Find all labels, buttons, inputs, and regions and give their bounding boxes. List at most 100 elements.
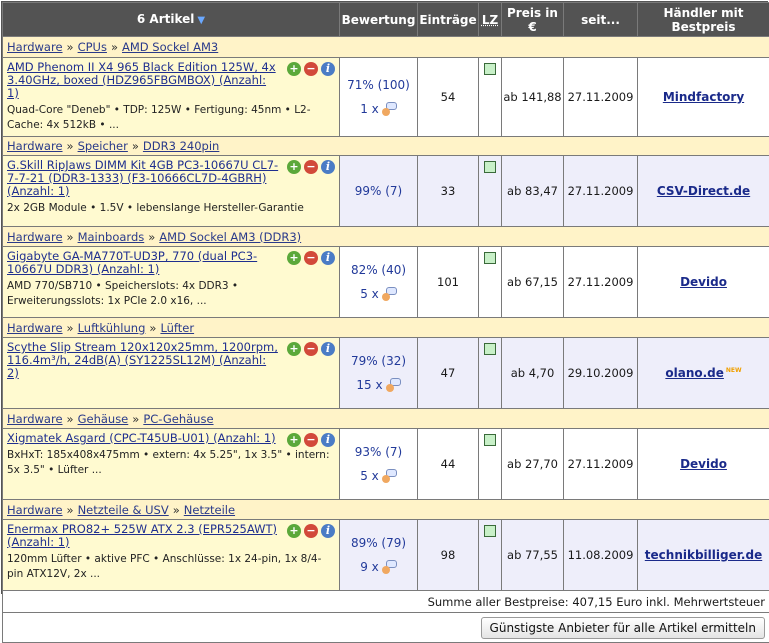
lz-checkbox[interactable] [484,434,496,446]
breadcrumb-link[interactable]: Hardware [7,40,63,54]
entries-count: 101 [418,247,479,318]
review-count[interactable]: 9 x [340,560,417,575]
breadcrumb-link[interactable]: DDR3 240pin [143,139,219,153]
review-count[interactable]: 5 x [340,469,417,484]
breadcrumb-link[interactable]: Mainboards [78,230,145,244]
product-link[interactable]: G.Skill RipJaws DIMM Kit 4GB PC3-10667U … [7,159,279,198]
since-date: 29.10.2009 [564,338,638,409]
breadcrumb-link[interactable]: Luftkühlung [78,321,146,335]
breadcrumb: Hardware»Netzteile & USV»Netzteile [3,500,769,520]
col-articles[interactable]: 6 Artikel▼ [3,3,340,37]
row-actions: + − i [287,160,335,174]
new-badge: NEW [726,367,742,374]
breadcrumb-link[interactable]: Hardware [7,139,63,153]
product-description: AMD 770/SB710 • Speicherslots: 4x DDR3 •… [7,279,335,309]
sum-row: Summe aller Bestpreise: 407,15 Euro inkl… [3,591,769,613]
minus-icon[interactable]: − [304,524,318,538]
plus-icon[interactable]: + [287,251,301,265]
breadcrumb: Hardware»CPUs»AMD Sockel AM3 [3,37,769,58]
minus-icon[interactable]: − [304,251,318,265]
info-icon[interactable]: i [321,433,335,447]
dealer-link[interactable]: technikbilliger.de [645,548,762,562]
table-row: + − i Enermax PRO82+ 525W ATX 2.3 (EPR52… [3,520,769,591]
find-cheapest-dealers-button[interactable]: Günstigste Anbieter für alle Artikel erm… [481,617,765,639]
col-rating[interactable]: Bewertung [340,3,418,37]
breadcrumb-link[interactable]: Hardware [7,230,63,244]
product-link[interactable]: Enermax PRO82+ 525W ATX 2.3 (EPR525AWT) … [7,523,279,549]
lz-checkbox[interactable] [484,161,496,173]
rating-value[interactable]: 79% (32) [340,354,417,368]
minus-icon[interactable]: − [304,342,318,356]
dealer-link[interactable]: Mindfactory [663,90,744,104]
speech-bubble-icon [381,469,397,483]
breadcrumb: Hardware » Speicher » DDR3 240pin [3,137,769,156]
dealer-link[interactable]: Devido [680,457,727,471]
product-description: BxHxT: 185x408x475mm • extern: 4x 5.25",… [7,448,335,478]
breadcrumb-link[interactable]: Speicher [78,139,128,153]
rating-value[interactable]: 99% (7) [340,184,417,198]
info-icon[interactable]: i [321,251,335,265]
breadcrumb-link[interactable]: Gehäuse [78,412,129,426]
rating-cell: 93% (7) 5 x [340,429,418,500]
since-date: 11.08.2009 [564,520,638,591]
breadcrumb-link[interactable]: Lüfter [160,321,194,335]
breadcrumb-separator: » [132,139,139,153]
breadcrumb-link[interactable]: Hardware [7,321,63,335]
rating-value[interactable]: 71% (100) [340,78,417,92]
breadcrumb-separator: » [67,139,74,153]
product-cell: + − i G.Skill RipJaws DIMM Kit 4GB PC3-1… [3,156,340,227]
lz-cell [479,429,502,500]
breadcrumb-link[interactable]: Netzteile & USV [78,503,169,517]
lz-checkbox[interactable] [484,63,496,75]
breadcrumb-link[interactable]: AMD Sockel AM3 (DDR3) [159,230,301,244]
review-count[interactable]: 15 x [340,378,417,393]
lz-checkbox[interactable] [484,525,496,537]
product-link[interactable]: Gigabyte GA-MA770T-UD3P, 770 (dual PC3-1… [7,250,279,276]
minus-icon[interactable]: − [304,160,318,174]
plus-icon[interactable]: + [287,342,301,356]
product-description: 120mm Lüfter • aktive PFC • Anschlüsse: … [7,552,335,582]
rating-value[interactable]: 82% (40) [340,263,417,277]
review-count[interactable]: 5 x [340,287,417,302]
speech-bubble-icon [381,102,397,116]
breadcrumb: Hardware»Luftkühlung»Lüfter [3,318,769,338]
rating-value[interactable]: 89% (79) [340,536,417,550]
entries-count: 98 [418,520,479,591]
since-date: 27.11.2009 [564,58,638,137]
minus-icon[interactable]: − [304,433,318,447]
plus-icon[interactable]: + [287,433,301,447]
sort-down-icon[interactable]: ▼ [197,15,205,26]
breadcrumb-link[interactable]: AMD Sockel AM3 [122,40,218,54]
plus-icon[interactable]: + [287,524,301,538]
lz-checkbox[interactable] [484,252,496,264]
breadcrumb-link[interactable]: Hardware [7,412,63,426]
info-icon[interactable]: i [321,342,335,356]
breadcrumb-link[interactable]: Hardware [7,503,63,517]
breadcrumb-link[interactable]: PC-Gehäuse [143,412,213,426]
info-icon[interactable]: i [321,62,335,76]
product-link[interactable]: AMD Phenom II X4 965 Black Edition 125W,… [7,61,279,100]
breadcrumb: Hardware»Gehäuse»PC-Gehäuse [3,409,769,429]
breadcrumb-link[interactable]: Netzteile [184,503,235,517]
col-since[interactable]: seit... [564,3,638,37]
dealer-link[interactable]: Devido [680,275,727,289]
product-link[interactable]: Xigmatek Asgard (CPC-T45UB-U01) (Anzahl:… [7,432,279,445]
rating-value[interactable]: 93% (7) [340,445,417,459]
breadcrumb-link[interactable]: CPUs [78,40,107,54]
info-icon[interactable]: i [321,160,335,174]
breadcrumb-separator: » [67,503,74,517]
info-icon[interactable]: i [321,524,335,538]
col-lz[interactable]: LZ [479,3,502,37]
review-count[interactable]: 1 x [340,102,417,117]
dealer-link[interactable]: CSV-Direct.de [657,184,750,198]
col-entries[interactable]: Einträge [418,3,479,37]
dealer-cell: technikbilliger.de [638,520,769,591]
review-count-label: 15 x [356,378,382,392]
minus-icon[interactable]: − [304,62,318,76]
dealer-link[interactable]: olano.de [665,366,724,380]
plus-icon[interactable]: + [287,62,301,76]
plus-icon[interactable]: + [287,160,301,174]
lz-checkbox[interactable] [484,343,496,355]
product-link[interactable]: Scythe Slip Stream 120x120x25mm, 1200rpm… [7,341,279,380]
col-price[interactable]: Preis in € [502,3,564,37]
